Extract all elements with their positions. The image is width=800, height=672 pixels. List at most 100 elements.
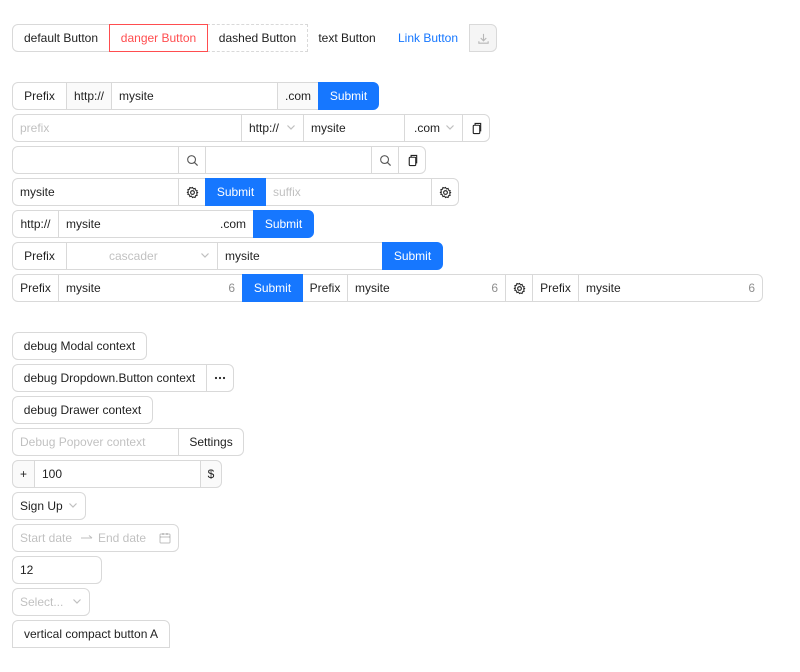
copy-icon bbox=[470, 122, 483, 135]
end-date-input[interactable]: End date bbox=[98, 531, 158, 545]
input-row-7: Prefix mysite 6 Submit Prefix mysite 6 P… bbox=[12, 274, 763, 302]
debug-popover-input[interactable]: Debug Popover context bbox=[12, 428, 179, 456]
debug-dropdown-label: debug Dropdown.Button context bbox=[23, 371, 196, 385]
signup-select[interactable]: Sign Up bbox=[12, 492, 86, 520]
domain-select[interactable]: .com bbox=[404, 114, 463, 142]
gear-icon bbox=[186, 186, 199, 199]
site-input-value: mysite bbox=[66, 217, 101, 231]
submit-button[interactable]: Submit bbox=[382, 242, 443, 270]
dashed-button-label: dashed Button bbox=[218, 31, 297, 45]
number-input[interactable]: 100 bbox=[34, 460, 201, 488]
submit-button[interactable]: Submit bbox=[242, 274, 303, 302]
danger-button-label: danger Button bbox=[120, 31, 197, 45]
site-input[interactable]: mysite bbox=[303, 114, 405, 142]
char-count: 6 bbox=[748, 281, 755, 295]
gear-icon bbox=[439, 186, 452, 199]
search-icon bbox=[186, 154, 199, 167]
site-input[interactable]: mysite bbox=[111, 82, 278, 110]
count-input-c[interactable]: mysite 6 bbox=[578, 274, 763, 302]
debug-drawer-label: debug Drawer context bbox=[23, 403, 142, 417]
start-date-input[interactable]: Start date bbox=[20, 531, 80, 545]
dashed-button[interactable]: dashed Button bbox=[207, 24, 308, 52]
settings-button-2[interactable] bbox=[431, 178, 459, 206]
input-value: mysite bbox=[355, 281, 390, 295]
number-input-value: 100 bbox=[42, 467, 63, 481]
currency-label: $ bbox=[207, 467, 215, 481]
search-button-2[interactable] bbox=[371, 146, 399, 174]
debug-popover-row: Debug Popover context Settings bbox=[12, 428, 244, 456]
select[interactable]: Select... bbox=[12, 588, 90, 616]
prefix-addon-c: Prefix bbox=[532, 274, 579, 302]
prefix-button[interactable]: Prefix bbox=[12, 82, 67, 110]
search-button-1[interactable] bbox=[178, 146, 206, 174]
prefix-label: Prefix bbox=[24, 89, 55, 103]
chevron-down-icon bbox=[286, 121, 296, 135]
select-row: Select... bbox=[12, 588, 90, 616]
site-input[interactable]: mysite .com bbox=[58, 210, 254, 238]
signup-row: Sign Up bbox=[12, 492, 86, 520]
site-input[interactable]: mysite bbox=[12, 178, 179, 206]
search-icon bbox=[379, 154, 392, 167]
submit-label: Submit bbox=[253, 281, 292, 295]
chevron-down-icon bbox=[72, 595, 82, 609]
number-input-2-row: 12 bbox=[12, 556, 102, 584]
site-input-value: mysite bbox=[311, 121, 346, 135]
dropdown-more-button[interactable] bbox=[206, 364, 234, 392]
vertical-compact-row: vertical compact button A bbox=[12, 620, 170, 648]
number-input-2-value: 12 bbox=[20, 563, 34, 577]
cascader-select[interactable]: cascader bbox=[66, 242, 218, 270]
default-button-label: default Button bbox=[23, 31, 99, 45]
suffix-input[interactable]: suffix bbox=[265, 178, 432, 206]
input-row-2: prefix http:// mysite .com bbox=[12, 114, 490, 142]
number-input-2[interactable]: 12 bbox=[12, 556, 102, 584]
date-range-picker[interactable]: Start date End date bbox=[12, 524, 179, 552]
site-input[interactable]: mysite bbox=[217, 242, 383, 270]
submit-button[interactable]: Submit bbox=[318, 82, 379, 110]
default-button[interactable]: default Button bbox=[12, 24, 110, 52]
settings-button[interactable]: Settings bbox=[178, 428, 244, 456]
prefix-addon-a: Prefix bbox=[12, 274, 59, 302]
vertical-compact-button-a[interactable]: vertical compact button A bbox=[12, 620, 170, 648]
settings-button-1[interactable] bbox=[178, 178, 206, 206]
debug-drawer-row: debug Drawer context bbox=[12, 396, 153, 424]
char-count: 6 bbox=[228, 281, 235, 295]
search-input-2[interactable] bbox=[205, 146, 372, 174]
select-placeholder: Select... bbox=[20, 595, 64, 609]
link-button[interactable]: Link Button bbox=[386, 24, 470, 52]
currency-addon: $ bbox=[200, 460, 222, 488]
site-input-value: mysite bbox=[20, 185, 55, 199]
input-row-3 bbox=[12, 146, 426, 174]
text-button[interactable]: text Button bbox=[307, 24, 387, 52]
compact-button-group: default Button danger Button dashed Butt… bbox=[12, 24, 497, 52]
protocol-label: http:// bbox=[20, 217, 51, 231]
input-value: mysite bbox=[66, 281, 101, 295]
ellipsis-icon bbox=[213, 371, 227, 385]
submit-button[interactable]: Submit bbox=[253, 210, 314, 238]
debug-drawer-button[interactable]: debug Drawer context bbox=[12, 396, 153, 424]
count-input-a[interactable]: mysite 6 bbox=[58, 274, 243, 302]
plus-addon: + bbox=[12, 460, 35, 488]
copy-button[interactable] bbox=[462, 114, 490, 142]
domain-select-value: .com bbox=[414, 121, 441, 135]
danger-button[interactable]: danger Button bbox=[109, 24, 208, 52]
prefix-input[interactable]: prefix bbox=[12, 114, 242, 142]
debug-dropdown-row: debug Dropdown.Button context bbox=[12, 364, 234, 392]
number-input-row: + 100 $ bbox=[12, 460, 222, 488]
download-button[interactable] bbox=[469, 24, 497, 52]
prefix-button[interactable]: Prefix bbox=[12, 242, 67, 270]
count-input-b[interactable]: mysite 6 bbox=[347, 274, 506, 302]
submit-button[interactable]: Submit bbox=[205, 178, 266, 206]
debug-popover-placeholder: Debug Popover context bbox=[20, 435, 146, 449]
debug-modal-button[interactable]: debug Modal context bbox=[12, 332, 147, 360]
prefix-label: Prefix bbox=[309, 281, 341, 295]
protocol-select[interactable]: http:// bbox=[241, 114, 304, 142]
search-input-1[interactable] bbox=[12, 146, 179, 174]
copy-button[interactable] bbox=[398, 146, 426, 174]
settings-button[interactable] bbox=[505, 274, 533, 302]
site-input-value: mysite bbox=[119, 89, 154, 103]
chevron-down-icon bbox=[68, 499, 78, 513]
protocol-label: http:// bbox=[73, 89, 105, 103]
debug-dropdown-button[interactable]: debug Dropdown.Button context bbox=[12, 364, 207, 392]
domain-addon: .com bbox=[277, 82, 319, 110]
prefix-addon-b: Prefix bbox=[302, 274, 348, 302]
